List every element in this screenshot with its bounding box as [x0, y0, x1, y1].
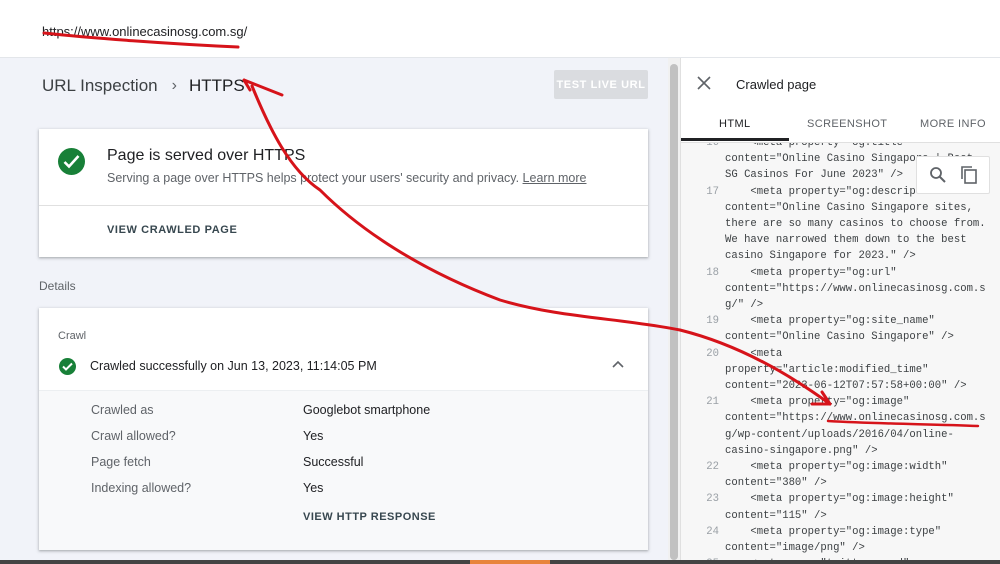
inspected-url[interactable]: https://www.onlinecasinosg.com.sg/ — [42, 24, 247, 39]
line-number: 16 — [706, 143, 719, 149]
code-text: g/" /> — [725, 299, 764, 311]
crawl-status-row[interactable]: Crawled successfully on Jun 13, 2023, 11… — [39, 354, 648, 384]
code-text: casino-singapore.png" /> — [725, 444, 878, 457]
line-number: 17 — [706, 185, 719, 198]
learn-more-link[interactable]: Learn more — [523, 171, 587, 185]
view-http-response-button[interactable]: VIEW HTTP RESPONSE — [303, 511, 436, 523]
line-number: 19 — [706, 315, 719, 328]
taskbar — [0, 560, 1000, 564]
line-number: 20 — [706, 347, 719, 360]
check-circle-icon — [59, 358, 76, 375]
code-text: content="image/png" /> — [725, 542, 865, 554]
line-number: 22 — [706, 461, 719, 473]
tab-screenshot[interactable]: SCREENSHOT — [807, 118, 887, 130]
breadcrumb-url-inspection[interactable]: URL Inspection — [42, 76, 158, 96]
https-status-card: Page is served over HTTPS Serving a page… — [39, 129, 648, 257]
crawled-page-panel: Crawled page HTML SCREENSHOT MORE INFO 1… — [680, 58, 1000, 564]
code-text: <meta property="og:title" — [725, 143, 910, 149]
code-text: content="https://www.onlinecasinosg.com.… — [725, 282, 986, 295]
breadcrumb: URL Inspection › HTTPS — [42, 76, 245, 96]
indexing-allowed-label: Indexing allowed? — [91, 481, 192, 495]
indexing-allowed-value: Yes — [303, 481, 324, 495]
scrollbar[interactable] — [668, 58, 680, 564]
code-text: there are so many casinos to choose from… — [725, 218, 986, 230]
code-text: <meta property="og:url" — [725, 266, 897, 279]
panel-title: Crawled page — [736, 77, 817, 92]
breadcrumb-current: HTTPS — [188, 76, 245, 95]
check-circle-icon — [58, 148, 85, 175]
code-text: <meta property="og:image" — [725, 396, 910, 409]
crawl-status-text: Crawled successfully on Jun 13, 2023, 11… — [90, 359, 377, 373]
search-icon[interactable] — [929, 166, 947, 184]
code-text: <meta property="og:image:width" — [725, 461, 948, 473]
chevron-right-icon: › — [171, 77, 177, 94]
crawl-label: Crawl — [58, 330, 87, 342]
code-text: <meta property="og:image:type" — [725, 525, 942, 538]
scrollbar-thumb[interactable] — [670, 64, 678, 560]
crawl-allowed-label: Crawl allowed? — [91, 429, 176, 443]
code-text: SG Casinos For June 2023" /> — [725, 169, 904, 182]
https-title: Page is served over HTTPS — [107, 147, 306, 164]
https-description: Serving a page over HTTPS helps protect … — [107, 171, 586, 185]
code-text: content="https://www.onlinecasinosg.com.… — [725, 412, 986, 425]
code-text: casino Singapore for 2023." /> — [725, 250, 916, 263]
crawl-card: Crawl Crawled successfully on Jun 13, 20… — [39, 308, 648, 550]
active-tab-indicator — [681, 138, 789, 141]
crawled-as-value: Googlebot smartphone — [303, 403, 431, 417]
code-text: <meta property="og:image:height" — [725, 493, 954, 506]
page-fetch-label: Page fetch — [91, 455, 151, 469]
html-code-view: 16 <meta property="og:title" content="Onl… — [681, 143, 1000, 564]
code-text: <meta property="og:description" — [725, 185, 948, 198]
crawl-details: Crawled as Googlebot smartphone Crawl al… — [39, 390, 648, 550]
code-text: property="article:modified_time" — [725, 363, 929, 376]
code-text: content="115" /> — [725, 509, 827, 522]
test-live-url-button[interactable]: TEST LIVE URL — [554, 70, 648, 99]
line-number: 21 — [706, 396, 719, 409]
code-text: content="2023-06-12T07:57:58+00:00" /> — [725, 380, 967, 392]
crawl-allowed-value: Yes — [303, 429, 324, 443]
page-fetch-value: Successful — [303, 455, 364, 469]
code-toolbar — [916, 156, 990, 194]
line-number: 18 — [706, 266, 719, 279]
code-text: We have narrowed them down to the best — [725, 234, 967, 247]
code-text: content="Online Casino Singapore sites, — [725, 201, 973, 214]
divider — [39, 205, 648, 206]
chevron-up-icon[interactable] — [612, 360, 624, 368]
code-text: <meta — [725, 347, 783, 360]
tab-more-info[interactable]: MORE INFO — [920, 118, 986, 130]
code-text: <meta property="og:site_name" — [725, 315, 935, 328]
code-text: content="Online Casino Singapore" /> — [725, 331, 954, 344]
crawled-as-label: Crawled as — [91, 403, 154, 417]
inspection-main: URL Inspection › HTTPS TEST LIVE URL Pag… — [0, 58, 668, 564]
copy-icon[interactable] — [960, 165, 978, 185]
https-description-text: Serving a page over HTTPS helps protect … — [107, 171, 520, 185]
taskbar-highlight — [470, 560, 550, 564]
code-text: content="380" /> — [725, 477, 827, 490]
line-number: 24 — [706, 525, 719, 538]
url-bar: https://www.onlinecasinosg.com.sg/ — [0, 0, 1000, 58]
view-crawled-page-button[interactable]: VIEW CRAWLED PAGE — [107, 224, 237, 236]
code-text: g/wp-content/uploads/2016/04/online- — [725, 428, 954, 441]
close-icon[interactable] — [697, 76, 711, 90]
details-heading: Details — [39, 279, 76, 293]
tab-html[interactable]: HTML — [719, 118, 751, 130]
line-number: 23 — [706, 493, 719, 506]
